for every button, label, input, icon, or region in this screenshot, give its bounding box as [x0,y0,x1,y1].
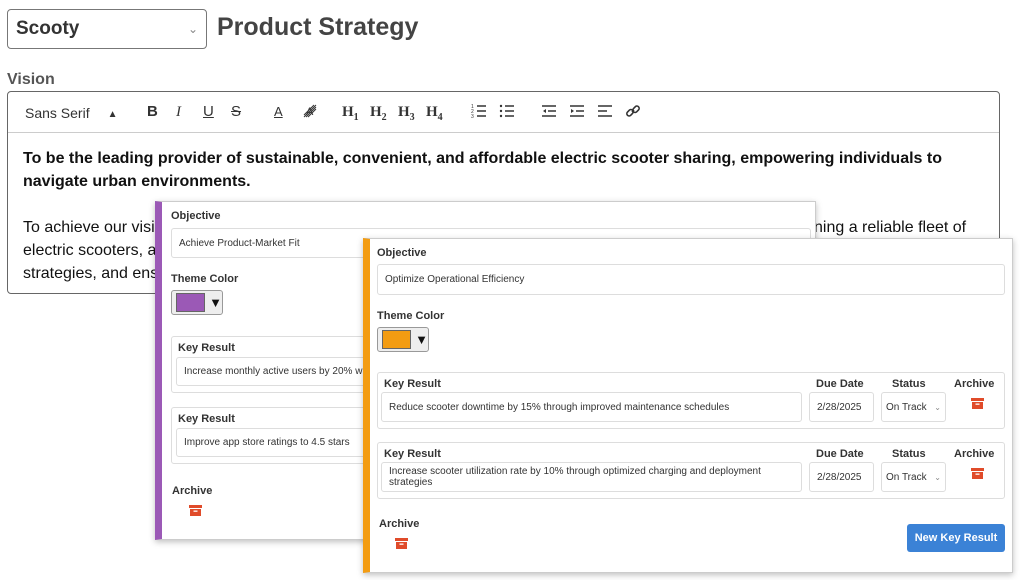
archive-column-label: Archive [954,378,995,390]
indent-button[interactable] [569,103,585,124]
bold-button[interactable]: B [147,103,158,121]
objective-label: Objective [377,247,427,259]
vision-label: Vision [7,71,55,88]
due-date-label: Due Date [816,378,864,390]
caret-down-icon: ▼ [209,295,222,310]
underline-button[interactable]: U [203,103,214,121]
archive-button[interactable] [189,503,202,521]
archive-label: Archive [379,518,420,530]
status-value: On Track [886,471,927,483]
objective-input[interactable]: Optimize Operational Efficiency [377,264,1005,295]
h4-button[interactable]: H4 [426,103,443,127]
text-color-button[interactable]: A [274,103,283,121]
h2-button[interactable]: H2 [370,103,387,127]
archive-button[interactable] [971,466,984,484]
vision-paragraph-line1-left: To achieve our visi [23,219,155,236]
theme-color-label: Theme Color [171,273,239,285]
editor-toolbar: Sans Serif ▲ B I U S A A H1 H2 H3 H4 123 [8,92,999,133]
ordered-list-button[interactable]: 123 [471,103,487,124]
bullet-list-button[interactable] [499,103,515,124]
link-button[interactable] [625,103,641,124]
archive-button[interactable] [971,396,984,414]
outdent-button[interactable] [541,103,557,124]
archive-button[interactable] [395,536,408,554]
product-select-value: Scooty [16,18,80,39]
status-label: Status [892,378,926,390]
due-date-input[interactable]: 2/28/2025 [809,462,874,492]
vision-paragraph-line1-right: ning a reliable fleet of [814,219,967,236]
archive-column-label: Archive [954,448,995,460]
key-result-input[interactable]: Increase scooter utilization rate by 10%… [381,462,802,492]
highlight-icon: A [303,104,317,118]
background-color-button[interactable]: A [302,103,318,124]
page-title: Product Strategy [217,13,419,41]
theme-color-label: Theme Color [377,310,445,322]
svg-text:3: 3 [471,114,474,119]
status-select[interactable]: On Track ⌄ [881,462,946,492]
theme-color-picker[interactable]: ▼ [171,290,223,315]
font-picker-label: Sans Serif [25,105,90,121]
align-button[interactable] [597,103,613,124]
archive-icon [971,468,984,479]
archive-icon [971,398,984,409]
archive-icon [189,505,202,516]
bullet-list-icon [499,104,514,118]
italic-button[interactable]: I [176,103,181,121]
key-result-row: Key Result Due Date Status Archive Reduc… [377,372,1005,429]
link-icon [626,105,640,117]
vision-paragraph-line3-left: strategies, and ens [23,265,159,282]
key-result-label: Key Result [384,448,441,460]
chevron-down-icon: ⌄ [934,402,941,412]
key-result-row: Key Result Due Date Status Archive Incre… [377,442,1005,499]
align-left-icon [598,105,612,117]
archive-icon [395,538,408,549]
vision-bold-text: To be the leading provider of sustainabl… [23,150,942,190]
objective-card: Objective Optimize Operational Efficienc… [363,238,1013,573]
key-result-label: Key Result [178,342,235,354]
theme-color-swatch [176,293,206,312]
h1-button[interactable]: H1 [342,103,359,127]
status-value: On Track [886,401,927,413]
updown-icon: ▲ [107,109,118,120]
strike-button[interactable]: S [231,103,241,121]
h3-button[interactable]: H3 [398,103,415,127]
chevron-down-icon: ⌄ [187,22,198,36]
key-result-label: Key Result [384,378,441,390]
status-label: Status [892,448,926,460]
indent-icon [570,105,584,117]
key-result-label: Key Result [178,413,235,425]
ordered-list-icon: 123 [471,104,486,120]
archive-label: Archive [172,485,213,497]
svg-text:A: A [306,106,314,118]
due-date-label: Due Date [816,448,864,460]
theme-color-swatch [382,330,412,349]
font-picker[interactable]: Sans Serif ▲ [25,104,118,125]
chevron-down-icon: ⌄ [934,472,941,482]
outdent-icon [542,105,556,117]
caret-down-icon: ▼ [415,332,428,347]
product-select[interactable]: Scooty ⌄ [7,9,207,49]
theme-color-picker[interactable]: ▼ [377,327,429,352]
objective-label: Objective [171,210,221,222]
new-key-result-button[interactable]: New Key Result [907,524,1005,552]
key-result-input[interactable]: Reduce scooter downtime by 15% through i… [381,392,802,422]
vision-paragraph-line2-left: electric scooters, a [23,242,157,259]
status-select[interactable]: On Track ⌄ [881,392,946,422]
due-date-input[interactable]: 2/28/2025 [809,392,874,422]
